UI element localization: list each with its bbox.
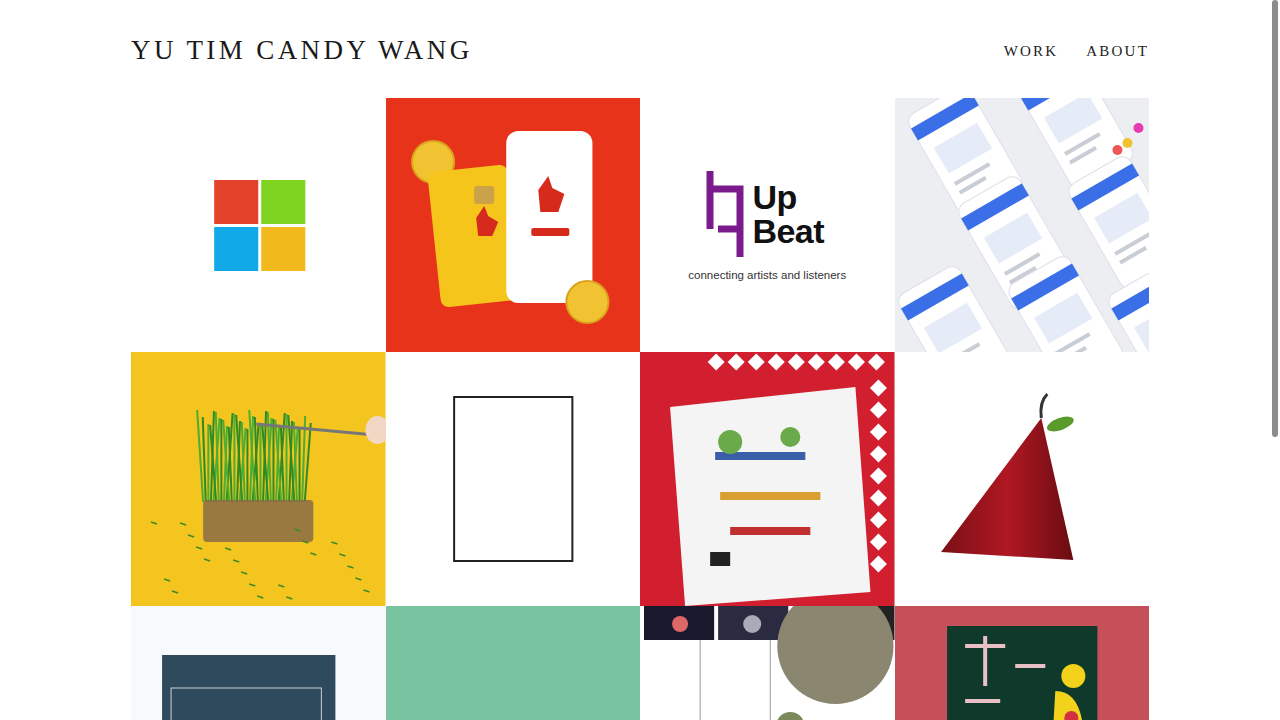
project-tile[interactable] [386, 98, 641, 352]
page: YU TIM CANDY WANG WORK ABOUT UpBeat connec… [131, 0, 1149, 720]
nav: WORK ABOUT [1004, 39, 1149, 60]
project-image-icon [386, 606, 641, 720]
project-tile[interactable] [640, 606, 895, 720]
project-tile[interactable] [386, 352, 641, 606]
pear-icon [895, 352, 1150, 606]
header: YU TIM CANDY WANG WORK ABOUT [131, 0, 1149, 98]
project-tile[interactable] [895, 606, 1150, 720]
upbeat-mark-icon [704, 169, 746, 259]
upbeat-logo-row: UpBeat [704, 169, 824, 259]
project-tile[interactable] [131, 352, 386, 606]
project-tile[interactable] [640, 352, 895, 606]
project-tile[interactable] [131, 606, 386, 720]
playground-drawing-icon [640, 352, 895, 606]
upbeat-tagline: connecting artists and listeners [688, 269, 846, 281]
grass-photo-icon [131, 352, 386, 606]
scrollbar[interactable] [1272, 0, 1279, 720]
collage-icon [640, 606, 895, 720]
book-cover-icon [131, 606, 386, 720]
poster-icon [895, 606, 1150, 720]
project-tile[interactable] [895, 352, 1150, 606]
nav-link[interactable]: ABOUT [1086, 43, 1149, 60]
site-title[interactable]: YU TIM CANDY WANG [131, 33, 473, 66]
project-grid: UpBeat connecting artists and listeners [131, 98, 1149, 720]
scroll-thumb[interactable] [1272, 0, 1278, 437]
project-tile[interactable]: UpBeat connecting artists and listeners [640, 98, 895, 352]
pouch-app-icon [386, 98, 641, 352]
project-tile[interactable] [131, 98, 386, 352]
upbeat-logo: UpBeat connecting artists and listeners [640, 98, 895, 352]
upbeat-wordmark: UpBeat [752, 180, 824, 248]
nav-link[interactable]: WORK [1004, 43, 1059, 60]
project-tile[interactable] [895, 98, 1150, 352]
upbeat-word: Up [752, 180, 824, 214]
app-screens-icon [895, 98, 1150, 352]
project-tile[interactable] [386, 606, 641, 720]
frame-icon [386, 352, 641, 606]
upbeat-word: Beat [752, 214, 824, 248]
microsoft-logo-icon [131, 98, 386, 352]
